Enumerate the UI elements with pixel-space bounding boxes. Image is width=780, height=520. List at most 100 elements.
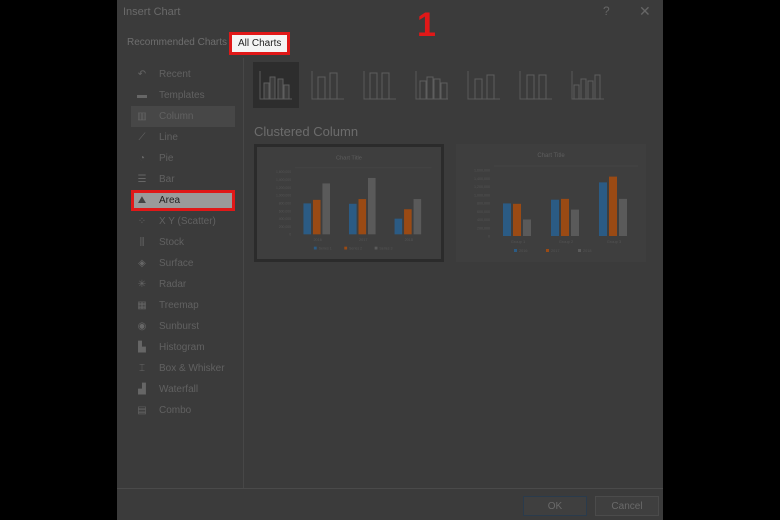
sidebar-item-waterfall[interactable]: ▟ Waterfall <box>131 379 235 400</box>
subtype-clustered-column[interactable] <box>253 62 299 108</box>
close-icon[interactable]: ✕ <box>639 3 651 20</box>
undo-icon: ↶ <box>137 69 147 80</box>
y-tick-label: 600,000 <box>477 210 490 214</box>
sidebar-item-combo[interactable]: ▤ Combo <box>131 400 235 421</box>
tab-bar: Recommended Charts All Charts <box>117 32 663 55</box>
bar-2018-0 <box>523 219 531 236</box>
x-tick-label: Group 3 <box>607 239 622 244</box>
100-stacked-column-icon <box>363 71 396 100</box>
legend-label: Series 3 <box>379 247 392 251</box>
sidebar-item-label: Combo <box>159 405 192 416</box>
sidebar-item-label: Box & Whisker <box>159 363 225 374</box>
line-chart-icon: ⟋ <box>138 132 146 143</box>
scatter-chart-icon: ⁘ <box>137 216 147 227</box>
y-tick-label: 1,000,000 <box>474 193 490 197</box>
chart-preview-2[interactable]: Chart Title 0 200,000 400,000 600,000 800,000… <box>456 144 646 262</box>
bar-2016-0 <box>503 203 511 236</box>
x-tick-label: 2017 <box>359 238 367 242</box>
legend-label: Series 1 <box>319 247 332 251</box>
tab-all-charts[interactable]: All Charts <box>229 32 291 55</box>
step-1-annotation: 1 <box>417 6 436 44</box>
sidebar-item-treemap[interactable]: ▦ Treemap <box>131 295 235 316</box>
sunburst-icon: ◉ <box>137 321 147 332</box>
sidebar-item-label: Pie <box>159 153 174 164</box>
sidebar-item-x-y-scatter[interactable]: ⁘ X Y (Scatter) <box>131 211 235 232</box>
y-tick-label: 800,000 <box>477 202 490 206</box>
sidebar-item-radar[interactable]: ✳ Radar <box>131 274 235 295</box>
sidebar-item-bar[interactable]: ☰ Bar <box>131 169 235 190</box>
x-tick-label: Group 2 <box>559 239 574 244</box>
bar-2018-1 <box>571 209 579 236</box>
legend-swatch <box>374 246 378 250</box>
sidebar-item-recent[interactable]: ↶ Recent <box>131 64 235 85</box>
y-tick-label: 1,000,000 <box>276 194 291 198</box>
sidebar-item-line[interactable]: ⟋ Line <box>131 127 235 148</box>
tab-recommended-charts[interactable]: Recommended Charts <box>127 37 227 48</box>
legend-swatch <box>313 246 317 250</box>
x-tick-label: 2018 <box>405 238 413 242</box>
stacked-column-icon <box>311 71 344 100</box>
x-tick-label: Group 1 <box>511 239 526 244</box>
subtype-3d-stacked-column[interactable] <box>461 62 507 108</box>
y-tick-label: 400,000 <box>477 218 490 222</box>
bar-chart-icon: ☰ <box>137 174 147 185</box>
x-tick-label: 2016 <box>313 238 321 242</box>
sidebar-item-stock[interactable]: ⫼ Stock <box>131 232 235 253</box>
sidebar-item-label: Templates <box>159 90 205 101</box>
y-tick-label: 1,600,000 <box>474 169 490 173</box>
bar-series-3-0 <box>322 183 331 235</box>
sidebar-item-label: Line <box>159 132 178 143</box>
ok-button[interactable]: OK <box>523 496 587 516</box>
bar-2017-1 <box>561 198 569 236</box>
sidebar-item-area[interactable]: ⛰ Area <box>131 190 235 211</box>
legend-label: 2018 <box>583 249 591 253</box>
column-chart-icon: ▥ <box>137 111 147 122</box>
y-tick-label: 0 <box>289 233 291 237</box>
y-tick-label: 800,000 <box>279 201 291 205</box>
y-tick-label: 1,400,000 <box>474 177 490 181</box>
sidebar-item-pie[interactable]: ◔ Pie <box>131 148 235 169</box>
sidebar-item-label: Treemap <box>159 300 199 311</box>
pie-chart-icon: ◔ <box>138 153 146 164</box>
chart-preview-1[interactable]: Chart Title 0 200,000 400,000 600,000 800,000… <box>254 144 444 262</box>
3d-column-icon <box>571 71 604 100</box>
sidebar-item-histogram[interactable]: ▙ Histogram <box>131 337 235 358</box>
sidebar-item-label: Waterfall <box>159 384 199 395</box>
sidebar-item-label: Column <box>159 111 194 122</box>
histogram-icon: ▙ <box>138 342 146 353</box>
y-tick-label: 1,200,000 <box>474 185 490 189</box>
subtype-3d-clustered-column[interactable] <box>409 62 455 108</box>
y-tick-label: 200,000 <box>477 226 490 230</box>
title-bar: Insert Chart ? ✕ <box>117 0 663 26</box>
subtype-3d-column[interactable] <box>565 62 611 108</box>
y-tick-label: 200,000 <box>279 225 291 229</box>
dialog-title: Insert Chart <box>123 6 181 18</box>
chart-type-list: ↶ Recent ▬ Templates ▥ Column ⟋ Line ◔ Pie ☰ Bar ⛰ Ar… <box>131 64 235 421</box>
bar-series-1-2 <box>394 218 403 235</box>
chart-title: Chart Title <box>537 153 565 159</box>
subtype-100-stacked-column[interactable] <box>357 62 403 108</box>
sidebar-item-label: Histogram <box>159 342 205 353</box>
insert-chart-dialog: Insert Chart ? ✕ Recommended Charts All … <box>117 0 663 520</box>
sidebar-item-surface[interactable]: ◈ Surface <box>131 253 235 274</box>
surface-chart-icon: ◈ <box>138 258 146 269</box>
y-tick-label: 600,000 <box>279 209 291 213</box>
3d-clustered-column-icon <box>415 71 448 100</box>
sidebar-item-box-whisker[interactable]: ⌶ Box & Whisker <box>131 358 235 379</box>
sidebar-item-label: Sunburst <box>159 321 200 332</box>
chart-subtype-gallery <box>253 62 611 108</box>
help-icon[interactable]: ? <box>603 4 610 18</box>
sidebar-item-label: Bar <box>159 174 175 185</box>
bar-2017-0 <box>513 203 521 236</box>
subtype-stacked-column[interactable] <box>305 62 351 108</box>
subtype-3d-100-stacked-column[interactable] <box>513 62 559 108</box>
footer-divider <box>117 488 663 489</box>
area-chart-icon: ⛰ <box>137 195 147 206</box>
cancel-button[interactable]: Cancel <box>595 496 659 516</box>
clustered-column-icon <box>259 71 292 100</box>
sidebar-item-templates[interactable]: ▬ Templates <box>131 85 235 106</box>
sidebar-item-label: Area <box>159 195 181 206</box>
sidebar-item-sunburst[interactable]: ◉ Sunburst <box>131 316 235 337</box>
sidebar-item-column[interactable]: ▥ Column <box>131 106 235 127</box>
folder-icon: ▬ <box>137 90 147 101</box>
